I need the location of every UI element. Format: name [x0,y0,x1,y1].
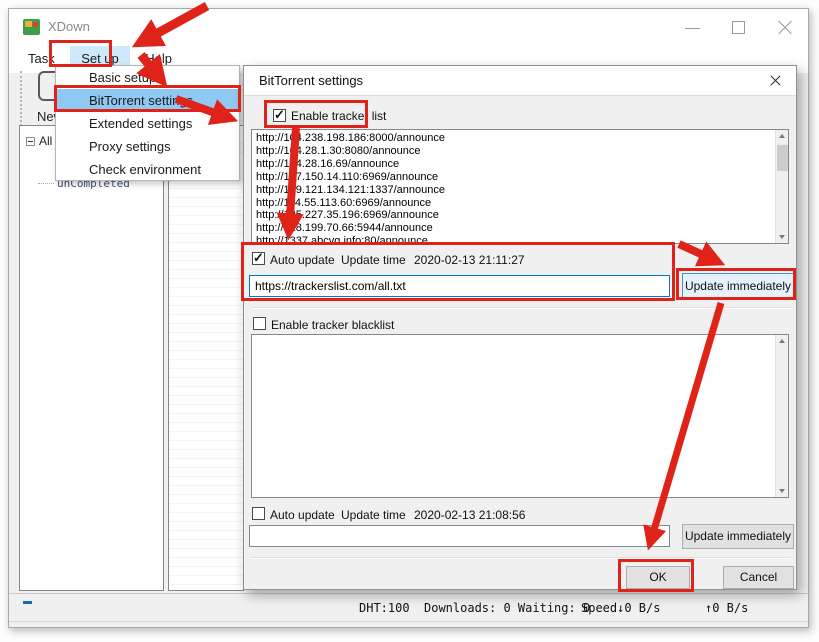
tracker-url-list: http://104.238.198.186:8000/announce htt… [252,130,788,244]
dialog-title-bar: BitTorrent settings [244,66,796,96]
tracker-url: http://109.121.134.121:1337/announce [252,184,788,197]
tracker-url: http://104.238.198.186:8000/announce [252,132,788,145]
tree-branch-icon [38,183,54,184]
maximize-button[interactable] [716,9,762,46]
minimize-button[interactable] [670,9,716,46]
sidebar-item-all[interactable]: All [26,134,52,148]
status-downloads: Downloads: 0 Waiting: 0 [424,601,590,615]
tracker-url: http://128.199.70.66:5944/announce [252,222,788,235]
scroll-down-icon[interactable] [776,230,788,243]
category-tree-panel: All unCompleted [19,125,164,591]
cancel-button[interactable]: Cancel [723,566,794,589]
tracker-url: http://114.55.113.60:6969/announce [252,197,788,210]
title-bar: XDown [9,9,808,46]
auto-update-label: Auto update [270,253,335,267]
tracker-list-box[interactable]: http://104.238.198.186:8000/announce htt… [251,129,789,244]
blacklist-auto-update-checkbox[interactable] [252,507,265,520]
tracker-blacklist-box[interactable] [251,334,789,498]
bittorrent-settings-dialog: BitTorrent settings Enable tracker list … [243,65,797,590]
setup-dropdown-menu: Basic setup BitTorrent settings Extended… [55,65,240,181]
tracker-list-url-input[interactable] [249,275,670,297]
separator [251,557,791,559]
update-time-label: Update time [341,253,406,267]
status-speed-up: ↑0 B/s [705,601,748,615]
menu-item-bittorrent-settings[interactable]: BitTorrent settings [56,89,239,112]
enable-tracker-list-label: Enable tracker list [291,109,386,123]
tracker-url: http://104.28.1.30:8080/announce [252,145,788,158]
scrollbar-thumb[interactable] [777,145,788,171]
window-controls [670,9,808,46]
status-bar: DHT:100 Downloads: 0 Waiting: 0 Speed↓0 … [9,593,808,622]
maximize-icon [732,21,745,34]
enable-tracker-blacklist-checkbox[interactable] [253,317,266,330]
screen: XDown Task Set up Help New All unComplet… [0,0,819,642]
tracker-url: http://107.150.14.110:6969/announce [252,171,788,184]
blacklist-update-time-value: 2020-02-13 21:08:56 [414,508,525,522]
separator [251,307,791,309]
download-list-panel [168,125,244,591]
scrollbar[interactable] [775,335,788,497]
tree-collapse-icon[interactable] [26,137,35,146]
enable-tracker-blacklist-label: Enable tracker blacklist [271,318,394,332]
status-dht: DHT:100 [359,601,410,615]
toolbar-gripper [20,71,23,126]
menu-item-check-environment[interactable]: Check environment [56,158,239,181]
auto-update-checkbox[interactable] [252,252,265,265]
update-immediately-button[interactable]: Update immediately [682,273,794,299]
minimize-icon [685,28,700,29]
dialog-close-icon[interactable] [764,70,788,92]
app-icon [23,19,40,35]
sidebar-item-label: All [39,134,52,148]
scroll-down-icon[interactable] [776,484,788,497]
status-link-dash [23,601,32,604]
close-button[interactable] [762,9,808,46]
blacklist-url-input[interactable] [249,525,670,547]
tracker-url: http://125.227.35.196:6969/announce [252,209,788,222]
window-title: XDown [48,19,90,34]
blacklist-update-immediately-button[interactable]: Update immediately [682,524,794,549]
scroll-up-icon[interactable] [776,130,788,143]
enable-tracker-list-checkbox[interactable] [273,109,286,122]
tracker-url: http://1337.abcvg.info:80/announce [252,235,788,244]
status-speed-down: Speed↓0 B/s [581,601,660,615]
dialog-title: BitTorrent settings [259,73,363,88]
update-time-value: 2020-02-13 21:11:27 [414,253,525,267]
menu-item-proxy-settings[interactable]: Proxy settings [56,135,239,158]
menu-item-extended-settings[interactable]: Extended settings [56,112,239,135]
tracker-url: http://104.28.16.69/announce [252,158,788,171]
scrollbar[interactable] [775,130,788,243]
scroll-up-icon[interactable] [776,335,788,348]
blacklist-auto-update-label: Auto update [270,508,335,522]
blacklist-update-time-label: Update time [341,508,406,522]
ok-button[interactable]: OK [626,566,690,589]
menu-item-basic-setup[interactable]: Basic setup [56,66,239,89]
